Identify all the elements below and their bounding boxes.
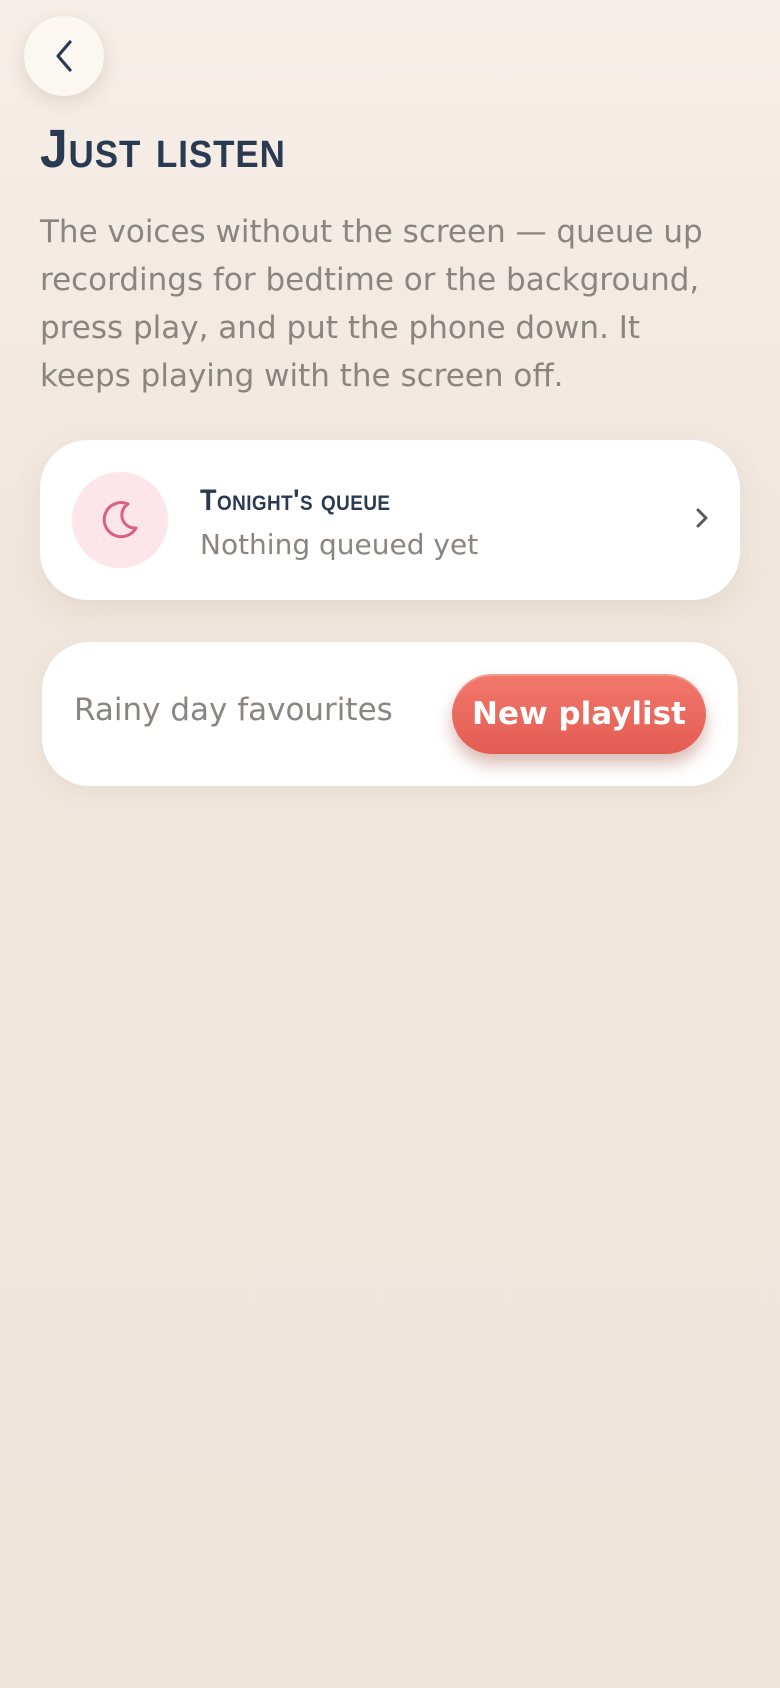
chevron-right-icon: [696, 508, 708, 528]
new-playlist-button[interactable]: New playlist: [452, 674, 706, 754]
playlist-name-input[interactable]: Rainy day favourites: [74, 692, 393, 728]
moon-icon: [102, 501, 138, 539]
moon-icon-circle: [72, 472, 168, 568]
back-button[interactable]: [24, 16, 104, 96]
new-playlist-card: Rainy day favourites New playlist: [42, 642, 738, 786]
intro-text: The voices without the screen — queue up…: [40, 214, 703, 394]
queue-status: Nothing queued yet: [200, 528, 479, 561]
page-title: Just listen: [40, 119, 286, 179]
chevron-left-icon: [56, 40, 72, 72]
queue-title: Tonight's queue: [200, 484, 391, 517]
tonights-queue-card[interactable]: Tonight's queue Nothing queued yet: [40, 440, 740, 600]
